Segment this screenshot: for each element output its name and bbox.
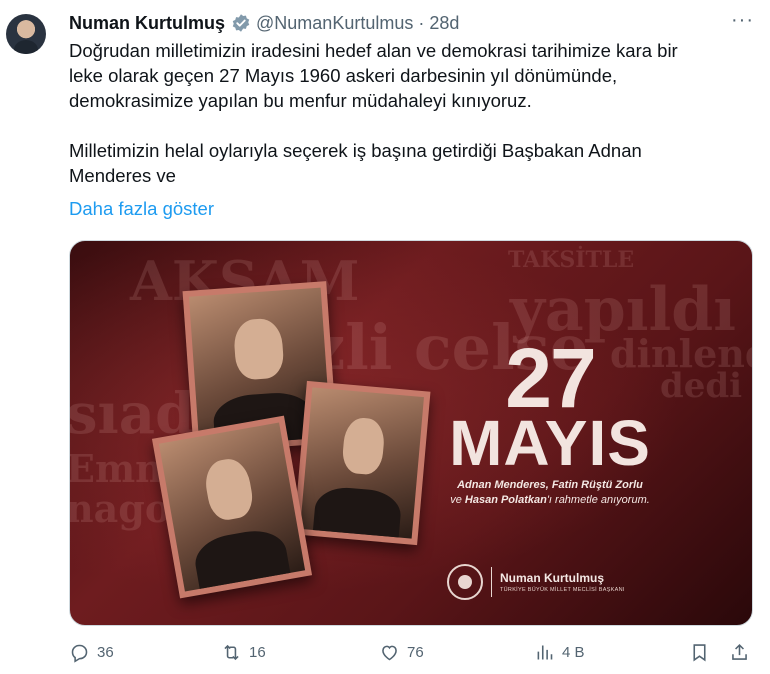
verified-badge-icon: [232, 14, 250, 32]
parliament-seal-icon: [447, 564, 483, 600]
tweet-time[interactable]: 28d: [429, 13, 459, 34]
logo-name: Numan Kurtulmuş: [500, 571, 605, 585]
portrait-photo-2: [293, 380, 431, 546]
views-count: 4 B: [562, 644, 585, 661]
caption-names-2: Hasan Polatkan: [464, 494, 547, 506]
newspaper-word-2: TAKSİTLE: [508, 247, 635, 273]
views-icon: [537, 645, 553, 660]
bookmark-button[interactable]: [689, 642, 710, 663]
signature-logo: Numan Kurtulmuş TÜRKİYE BÜYÜK MİLLET MEC…: [447, 564, 625, 600]
image-caption: Adnan Menderes, Fatin Rüştü Zorlu ve Has…: [400, 478, 700, 508]
portrait-photo-3: [151, 415, 313, 599]
bookmark-icon: [693, 644, 706, 662]
like-count: 76: [407, 644, 424, 661]
repost-count: 16: [249, 644, 266, 661]
caption-names-1: Adnan Menderes, Fatin Rüştü Zorlu: [457, 479, 643, 491]
more-icon[interactable]: ···: [731, 9, 754, 32]
separator: ·: [418, 12, 425, 33]
date-month: MAYIS: [449, 407, 651, 479]
repost-button[interactable]: 16: [221, 642, 266, 663]
newspaper-word-6: dedi: [660, 366, 743, 406]
tweet-header: Numan Kurtulmuş @NumanKurtulmus · 28d ··…: [69, 9, 754, 35]
caption-rest: 'ı rahmetle anıyorum.: [546, 494, 650, 506]
reply-button[interactable]: 36: [69, 642, 114, 663]
share-button[interactable]: [729, 642, 750, 663]
like-icon: [382, 645, 397, 661]
author-name[interactable]: Numan Kurtulmuş: [69, 13, 225, 34]
action-bar: 36 16 76 4 B: [69, 642, 756, 670]
show-more-link[interactable]: Daha fazla göster: [69, 198, 214, 220]
caption-ve: ve: [450, 494, 462, 506]
reply-icon: [71, 644, 88, 663]
tweet-paragraph-2: Milletimizin helal oylarıyla seçerek iş …: [69, 140, 642, 186]
reply-count: 36: [97, 644, 114, 661]
repost-icon: [224, 644, 239, 661]
share-icon: [732, 643, 747, 660]
newspaper-word-9: nago: [69, 486, 171, 531]
logo-subtitle: TÜRKİYE BÜYÜK MİLLET MECLİSİ BAŞKANI: [500, 587, 625, 593]
tweet-text: Doğrudan milletimizin iradesini hedef al…: [69, 38, 749, 188]
avatar[interactable]: [6, 14, 46, 54]
tweet-paragraph-1: Doğrudan milletimizin iradesini hedef al…: [69, 40, 678, 111]
views-button[interactable]: 4 B: [534, 642, 585, 663]
author-handle[interactable]: @NumanKurtulmus: [256, 13, 413, 34]
tweet-image[interactable]: AKŞAM TAKSİTLE yapıldı zli celse dinlen d…: [69, 240, 753, 626]
like-button[interactable]: 76: [379, 642, 424, 663]
